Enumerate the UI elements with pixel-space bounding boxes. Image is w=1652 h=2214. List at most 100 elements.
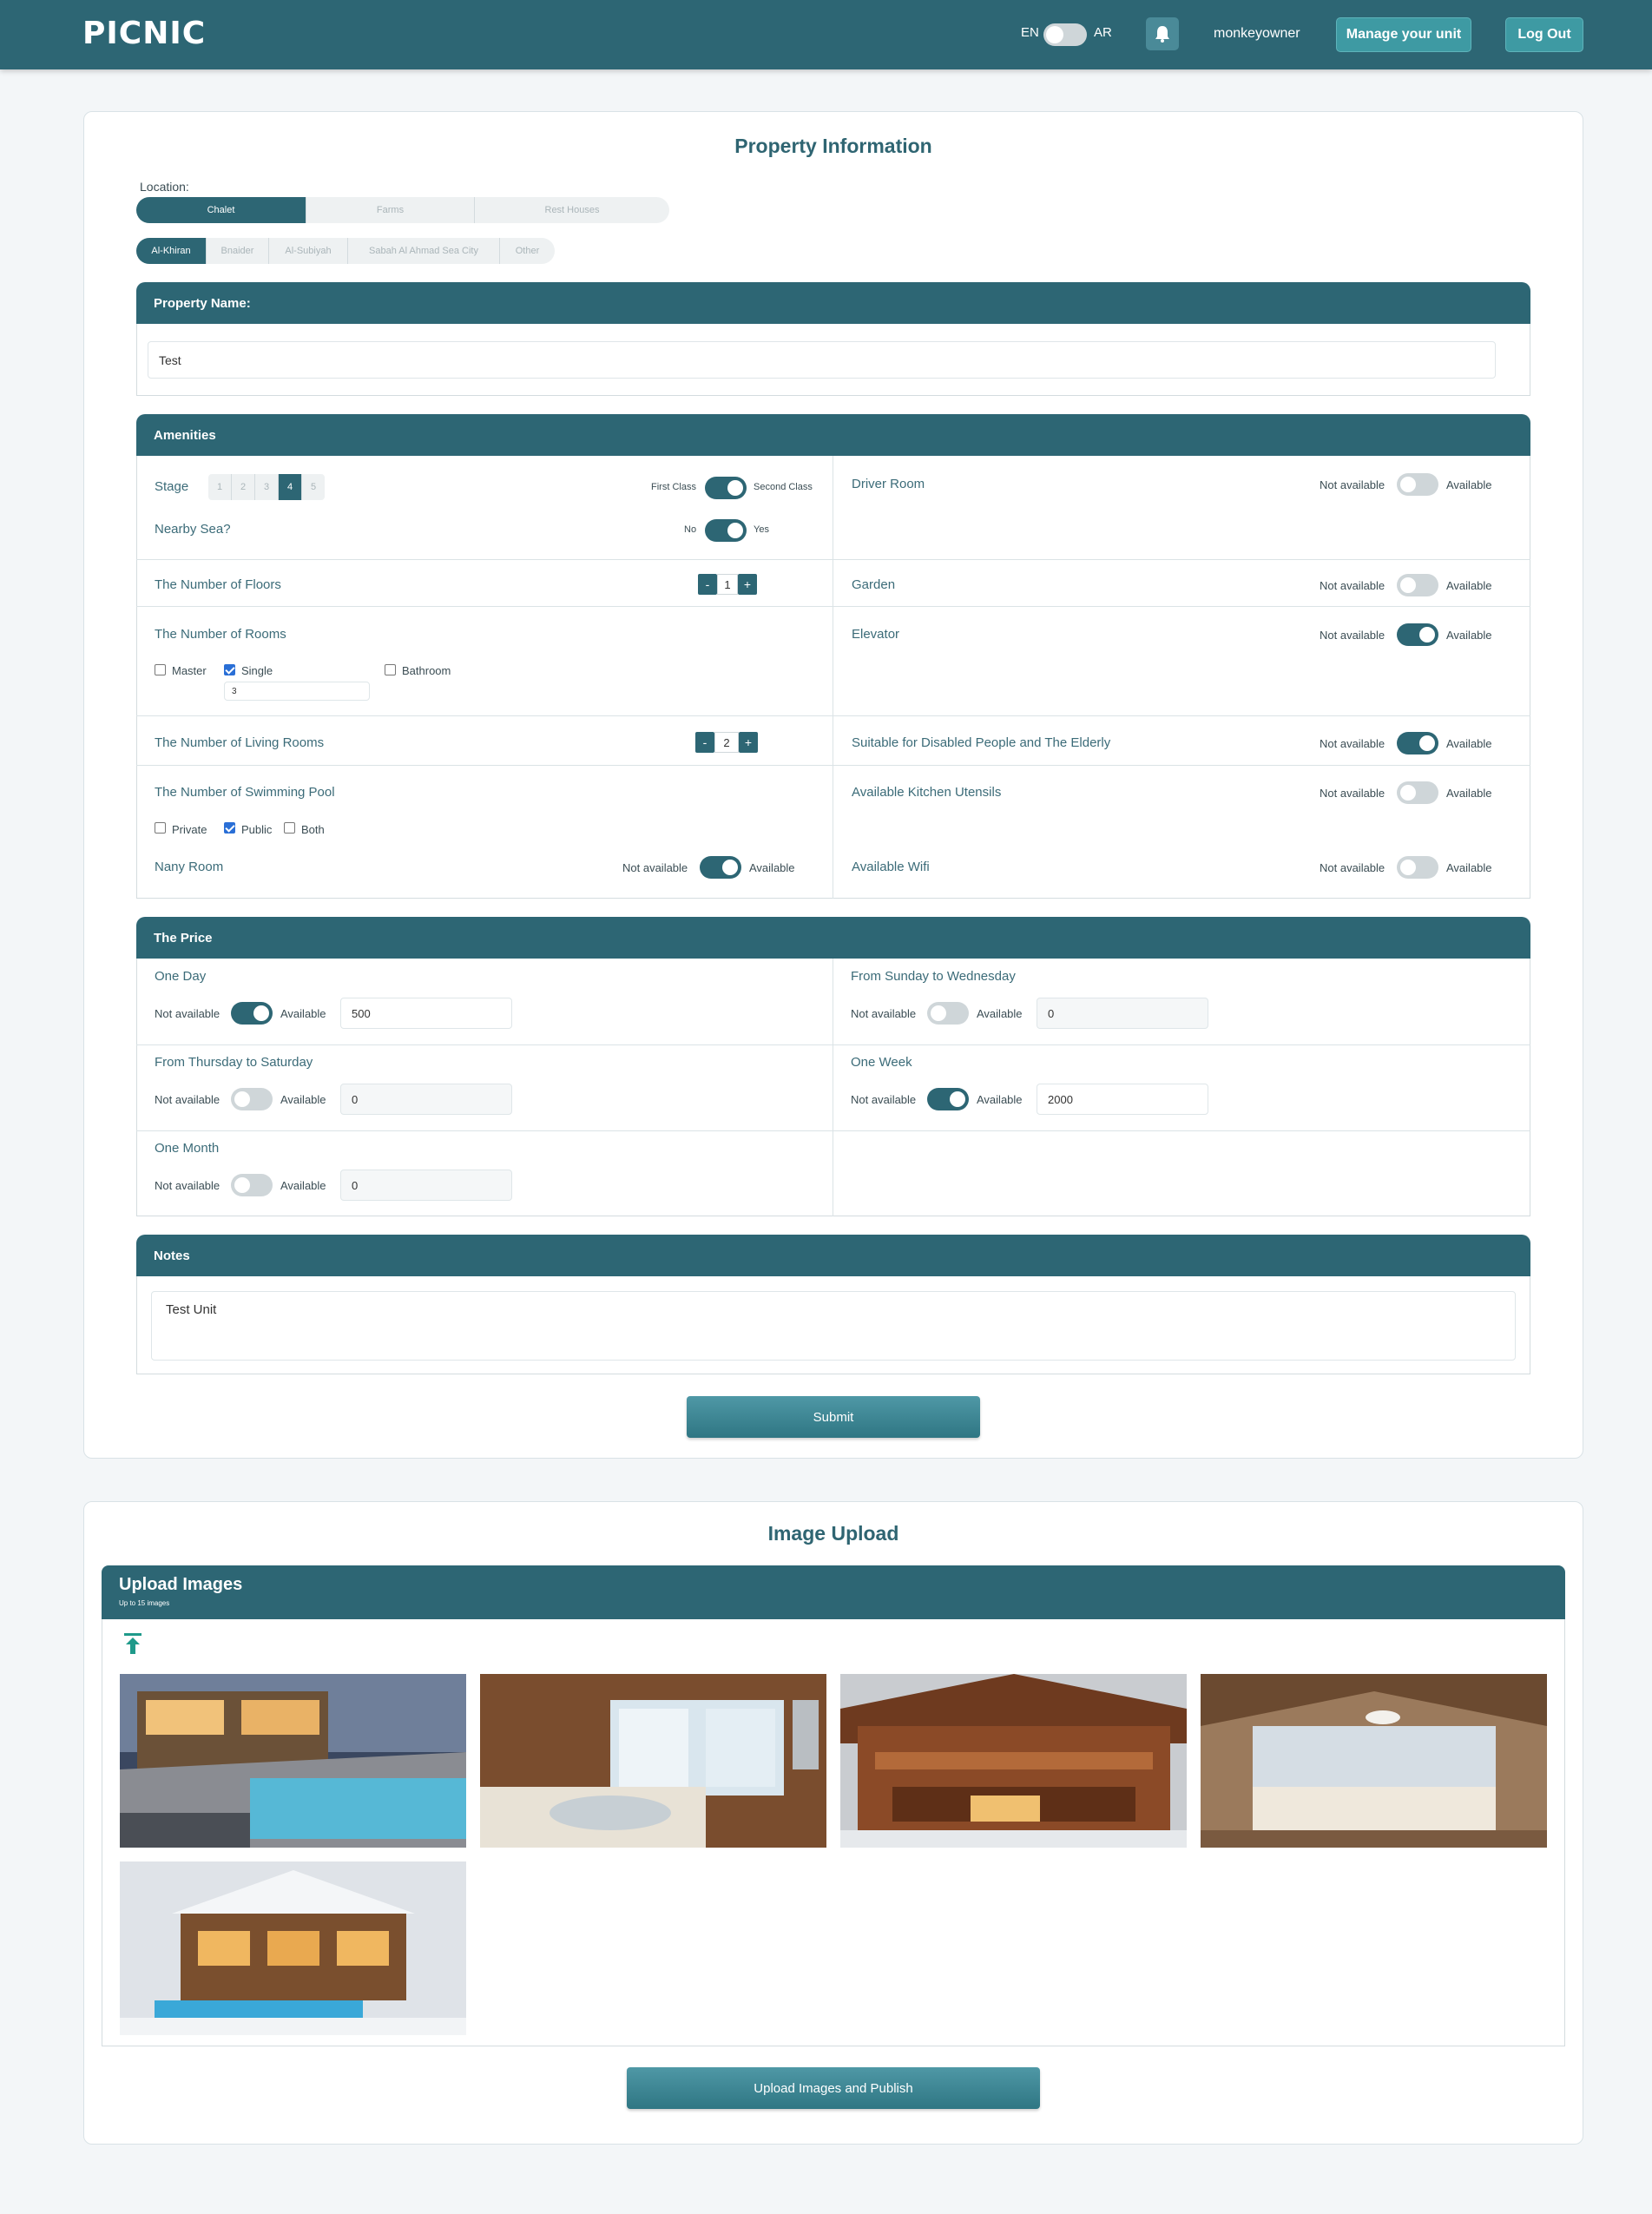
logout-button[interactable]: Log Out xyxy=(1505,17,1583,52)
rooms-label: The Number of Rooms xyxy=(155,627,286,642)
both-checkbox[interactable] xyxy=(284,822,295,834)
property-photo-1[interactable] xyxy=(120,1674,466,1848)
type-chalet[interactable]: Chalet xyxy=(136,197,306,223)
one-month-not-available: Not available xyxy=(155,1179,220,1192)
property-photo-3[interactable] xyxy=(840,1674,1187,1848)
toggle-knob xyxy=(1046,26,1063,43)
upload-arrow-icon[interactable] xyxy=(123,1632,142,1659)
nany-room-toggle[interactable] xyxy=(700,856,741,879)
living-minus-button[interactable]: - xyxy=(695,732,714,753)
one-week-price-input[interactable]: 2000 xyxy=(1037,1084,1208,1115)
property-name-header: Property Name: xyxy=(136,282,1530,324)
submit-button[interactable]: Submit xyxy=(687,1396,980,1438)
public-checkbox[interactable] xyxy=(224,822,235,834)
area-al-subiyah[interactable]: Al-Subiyah xyxy=(269,238,348,264)
bathroom-checkbox[interactable] xyxy=(385,664,396,675)
one-week-toggle[interactable] xyxy=(927,1088,969,1110)
toggle-knob xyxy=(253,1005,269,1021)
one-month-toggle[interactable] xyxy=(231,1174,273,1196)
class-toggle[interactable] xyxy=(705,477,747,499)
sun-wed-price-input[interactable]: 0 xyxy=(1037,998,1208,1029)
floors-minus-button[interactable]: - xyxy=(698,574,717,595)
picnic-logo[interactable]: PICNIC xyxy=(82,16,206,51)
living-plus-button[interactable]: + xyxy=(739,732,758,753)
row-divider xyxy=(136,1130,1530,1131)
disabled-people-label: Suitable for Disabled People and The Eld… xyxy=(852,735,1111,750)
master-label: Master xyxy=(172,664,207,677)
living-value[interactable]: 2 xyxy=(714,732,739,753)
stage-label: Stage xyxy=(155,479,189,494)
disabled-not-available-label: Not available xyxy=(1320,737,1385,750)
amenities-section xyxy=(136,456,1530,899)
one-week-available: Available xyxy=(977,1093,1023,1106)
row-divider xyxy=(136,1044,1530,1045)
property-information-title: Property Information xyxy=(734,135,932,157)
area-bnaider[interactable]: Bnaider xyxy=(207,238,269,264)
stage-2[interactable]: 2 xyxy=(232,474,255,500)
driver-room-label: Driver Room xyxy=(852,477,925,491)
language-toggle[interactable] xyxy=(1043,23,1087,46)
wifi-toggle[interactable] xyxy=(1397,856,1438,879)
sun-wed-not-available: Not available xyxy=(851,1007,917,1020)
thu-sat-price-input[interactable]: 0 xyxy=(340,1084,512,1115)
first-class-label: First Class xyxy=(651,482,696,492)
floors-plus-button[interactable]: + xyxy=(738,574,757,595)
sun-wed-toggle[interactable] xyxy=(927,1002,969,1025)
sun-wed-available: Available xyxy=(977,1007,1023,1020)
amenities-header: Amenities xyxy=(136,414,1530,456)
toggle-knob xyxy=(727,480,743,496)
notes-textarea[interactable]: Test Unit xyxy=(151,1291,1516,1361)
area-sabah-al-ahmad[interactable]: Sabah Al Ahmad Sea City xyxy=(348,238,500,264)
lang-ar-label: AR xyxy=(1094,25,1112,40)
type-farms[interactable]: Farms xyxy=(306,197,475,223)
one-day-available: Available xyxy=(280,1007,326,1020)
single-checkbox[interactable] xyxy=(224,664,235,675)
one-month-price-input[interactable]: 0 xyxy=(340,1170,512,1201)
type-rest-houses[interactable]: Rest Houses xyxy=(475,197,669,223)
property-name-input[interactable]: Test xyxy=(148,341,1496,379)
private-checkbox[interactable] xyxy=(155,822,166,834)
kitchen-utensils-toggle[interactable] xyxy=(1397,781,1438,804)
kitchen-available-label: Available xyxy=(1446,787,1492,800)
area-other[interactable]: Other xyxy=(500,238,555,264)
single-count-input[interactable]: 3 xyxy=(224,682,370,701)
stage-5[interactable]: 5 xyxy=(302,474,325,500)
manage-unit-button[interactable]: Manage your unit xyxy=(1336,17,1471,52)
thu-sat-label: From Thursday to Saturday xyxy=(155,1055,313,1070)
image-upload-title: Image Upload xyxy=(767,1522,899,1545)
driver-room-toggle[interactable] xyxy=(1397,473,1438,496)
toggle-knob xyxy=(1400,785,1416,801)
driver-available-label: Available xyxy=(1446,478,1492,491)
stage-selector: 1 2 3 4 5 xyxy=(208,474,325,500)
property-photo-5[interactable] xyxy=(120,1861,466,2035)
thu-sat-toggle[interactable] xyxy=(231,1088,273,1110)
nearby-sea-toggle[interactable] xyxy=(705,519,747,542)
one-day-toggle[interactable] xyxy=(231,1002,273,1025)
one-day-price-input[interactable]: 500 xyxy=(340,998,512,1029)
disabled-people-toggle[interactable] xyxy=(1397,732,1438,754)
elevator-available-label: Available xyxy=(1446,629,1492,642)
wifi-label: Available Wifi xyxy=(852,860,930,874)
toggle-knob xyxy=(1419,735,1435,751)
both-label: Both xyxy=(301,823,325,836)
location-label: Location: xyxy=(140,180,189,194)
garden-toggle[interactable] xyxy=(1397,574,1438,596)
garden-not-available-label: Not available xyxy=(1320,579,1385,592)
property-photo-4[interactable] xyxy=(1201,1674,1547,1848)
master-checkbox[interactable] xyxy=(155,664,166,675)
floors-label: The Number of Floors xyxy=(155,577,281,592)
property-photo-2[interactable] xyxy=(480,1674,826,1848)
elevator-not-available-label: Not available xyxy=(1320,629,1385,642)
stage-3[interactable]: 3 xyxy=(255,474,279,500)
stage-1[interactable]: 1 xyxy=(208,474,232,500)
notification-bell-icon[interactable] xyxy=(1146,17,1179,50)
disabled-available-label: Available xyxy=(1446,737,1492,750)
upload-images-header xyxy=(102,1565,1565,1619)
toggle-knob xyxy=(234,1177,250,1193)
upload-publish-button[interactable]: Upload Images and Publish xyxy=(627,2067,1040,2109)
elevator-toggle[interactable] xyxy=(1397,623,1438,646)
floors-value[interactable]: 1 xyxy=(717,574,738,595)
area-al-khiran[interactable]: Al-Khiran xyxy=(136,238,207,264)
nany-room-label: Nany Room xyxy=(155,860,224,874)
stage-4[interactable]: 4 xyxy=(279,474,302,500)
